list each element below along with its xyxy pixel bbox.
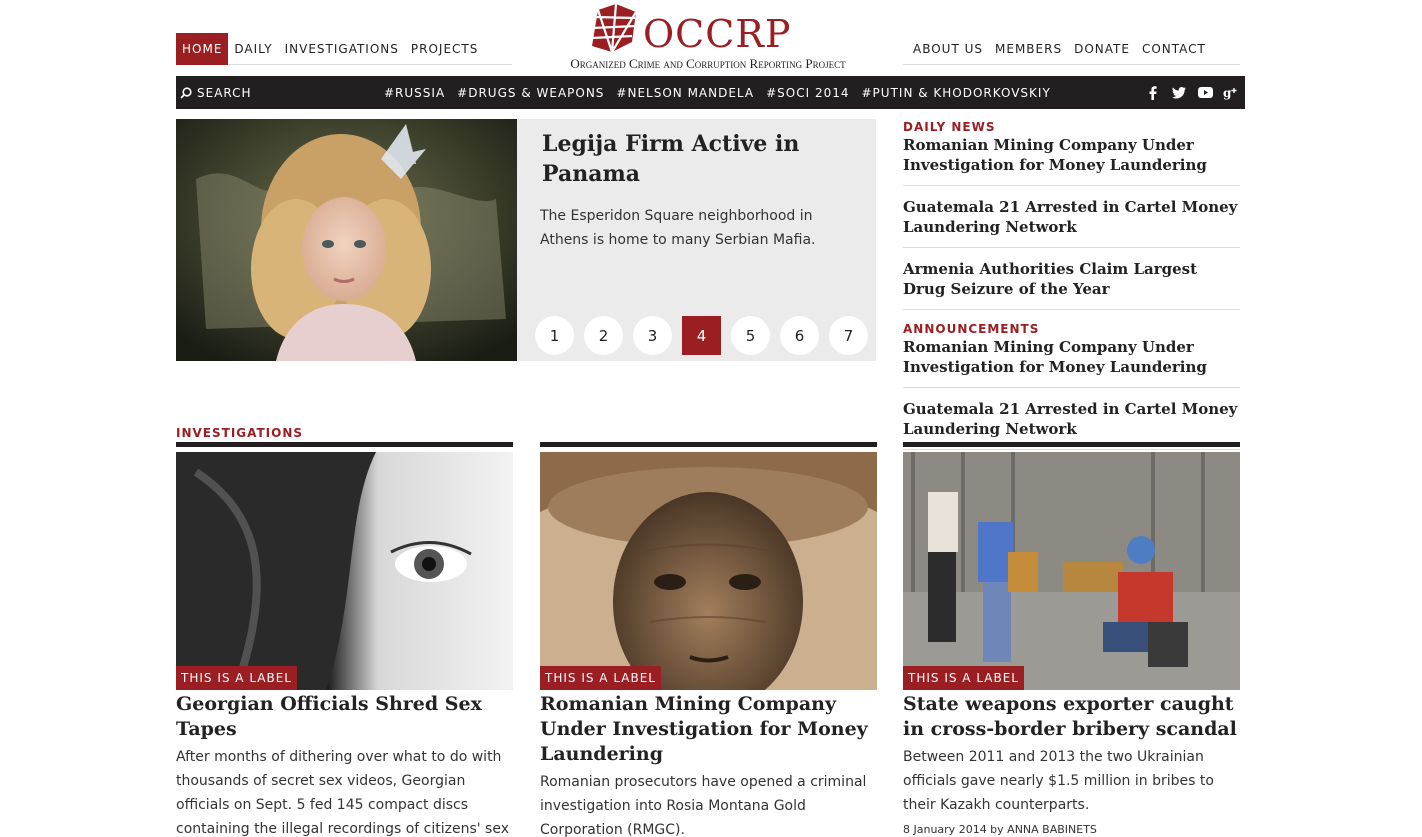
- card-image[interactable]: THIS IS A LABEL: [540, 452, 877, 690]
- nav-contact[interactable]: CONTACT: [1136, 33, 1212, 65]
- card-image[interactable]: THIS IS A LABEL: [903, 452, 1240, 690]
- hero-image[interactable]: [176, 119, 517, 361]
- pager-page-3[interactable]: 3: [633, 316, 672, 355]
- pager-page-5[interactable]: 5: [731, 316, 770, 355]
- youtube-icon[interactable]: [1197, 85, 1213, 101]
- card-title[interactable]: State weapons exporter caught in cross-b…: [903, 692, 1240, 742]
- hero-description: The Esperidon Square neighborhood in Ath…: [540, 208, 816, 248]
- card-divider: [540, 442, 877, 447]
- daily-news-item[interactable]: Guatemala 21 Arrested in Cartel Money La…: [903, 197, 1240, 248]
- nav-donate[interactable]: DONATE: [1068, 33, 1136, 65]
- card-description: After months of dithering over what to d…: [176, 749, 509, 837]
- secondary-nav: ABOUT US MEMBERS DONATE CONTACT: [903, 33, 1240, 65]
- google-plus-icon[interactable]: g: [1223, 85, 1239, 101]
- facebook-icon[interactable]: [1145, 85, 1161, 101]
- search-label: SEARCH: [197, 85, 252, 100]
- investigations-heading: INVESTIGATIONS: [176, 426, 304, 440]
- search-icon: [180, 86, 192, 99]
- investigation-card: THIS IS A LABEL Romanian Mining Company …: [540, 442, 877, 837]
- pager-page-7[interactable]: 7: [829, 316, 868, 355]
- globe-logo-icon: [591, 3, 637, 53]
- card-label[interactable]: THIS IS A LABEL: [903, 666, 1024, 690]
- card-photo: [903, 452, 1240, 690]
- tag-drugs-weapons[interactable]: #DRUGS & WEAPONS: [457, 86, 604, 100]
- daily-news-item[interactable]: Armenia Authorities Claim Largest Drug S…: [903, 259, 1240, 310]
- nav-home[interactable]: HOME: [176, 32, 229, 65]
- logo-tagline: Organized Crime and Corruption Reporting…: [570, 56, 846, 71]
- hero-panel: Legija Firm Active in Panama The Esperid…: [517, 119, 876, 361]
- announcements-heading: ANNOUNCEMENTS: [903, 322, 1040, 336]
- slide-pager: 1 2 3 4 5 6 7: [535, 316, 868, 355]
- card-title[interactable]: Romanian Mining Company Under Investigat…: [540, 692, 877, 767]
- hero-photo: [176, 119, 517, 361]
- hero-title[interactable]: Legija Firm Active in Panama: [542, 129, 862, 189]
- card-byline: 8 January 2014 by ANNA BABINETS: [903, 823, 1097, 836]
- site-logo[interactable]: OCCRP Organized Crime and Corruption Rep…: [540, 0, 876, 74]
- pager-page-2[interactable]: 2: [584, 316, 623, 355]
- sidebar: DAILY NEWS Romanian Mining Company Under…: [903, 119, 1240, 461]
- card-photo: [176, 452, 513, 690]
- logo-wordmark: OCCRP: [643, 12, 792, 56]
- primary-nav: HOME DAILY INVESTIGATIONS PROJECTS: [176, 32, 512, 65]
- pager-page-6[interactable]: 6: [780, 316, 819, 355]
- card-divider: [176, 442, 513, 447]
- investigation-card: THIS IS A LABEL Georgian Officials Shred…: [176, 442, 513, 837]
- svg-text:g: g: [1223, 86, 1232, 100]
- tag-russia[interactable]: #RUSSIA: [384, 86, 445, 100]
- daily-news-item[interactable]: Romanian Mining Company Under Investigat…: [903, 135, 1240, 186]
- card-description: Romanian prosecutors have opened a crimi…: [540, 774, 867, 837]
- nav-members[interactable]: MEMBERS: [989, 33, 1068, 65]
- announcement-item[interactable]: Romanian Mining Company Under Investigat…: [903, 337, 1240, 388]
- social-links: g: [1145, 76, 1239, 109]
- twitter-icon[interactable]: [1171, 85, 1187, 101]
- pager-page-4[interactable]: 4: [682, 316, 721, 355]
- tag-nelson-mandela[interactable]: #NELSON MANDELA: [616, 86, 754, 100]
- search-button[interactable]: SEARCH: [180, 76, 252, 109]
- card-label[interactable]: THIS IS A LABEL: [176, 666, 297, 690]
- pager-page-1[interactable]: 1: [535, 316, 574, 355]
- card-title[interactable]: Georgian Officials Shred Sex Tapes: [176, 692, 513, 742]
- card-divider: [903, 442, 1240, 447]
- nav-projects[interactable]: PROJECTS: [405, 33, 484, 65]
- tag-putin-khodorkovskiy[interactable]: #PUTIN & KHODORKOVSKIY: [862, 86, 1051, 100]
- daily-news-heading: DAILY NEWS: [903, 120, 996, 134]
- nav-daily[interactable]: DAILY: [228, 33, 278, 65]
- card-image[interactable]: THIS IS A LABEL: [176, 452, 513, 690]
- tag-soci-2014[interactable]: #SOCI 2014: [766, 86, 849, 100]
- nav-investigations[interactable]: INVESTIGATIONS: [279, 33, 405, 65]
- tag-bar: SEARCH #RUSSIA #DRUGS & WEAPONS #NELSON …: [176, 76, 1245, 109]
- card-label[interactable]: THIS IS A LABEL: [540, 666, 661, 690]
- trending-tags: #RUSSIA #DRUGS & WEAPONS #NELSON MANDELA…: [384, 76, 1051, 109]
- nav-about-us[interactable]: ABOUT US: [907, 33, 989, 65]
- investigation-card: THIS IS A LABEL State weapons exporter c…: [903, 442, 1240, 836]
- card-description: Between 2011 and 2013 the two Ukrainian …: [903, 749, 1214, 813]
- card-photo: [540, 452, 877, 690]
